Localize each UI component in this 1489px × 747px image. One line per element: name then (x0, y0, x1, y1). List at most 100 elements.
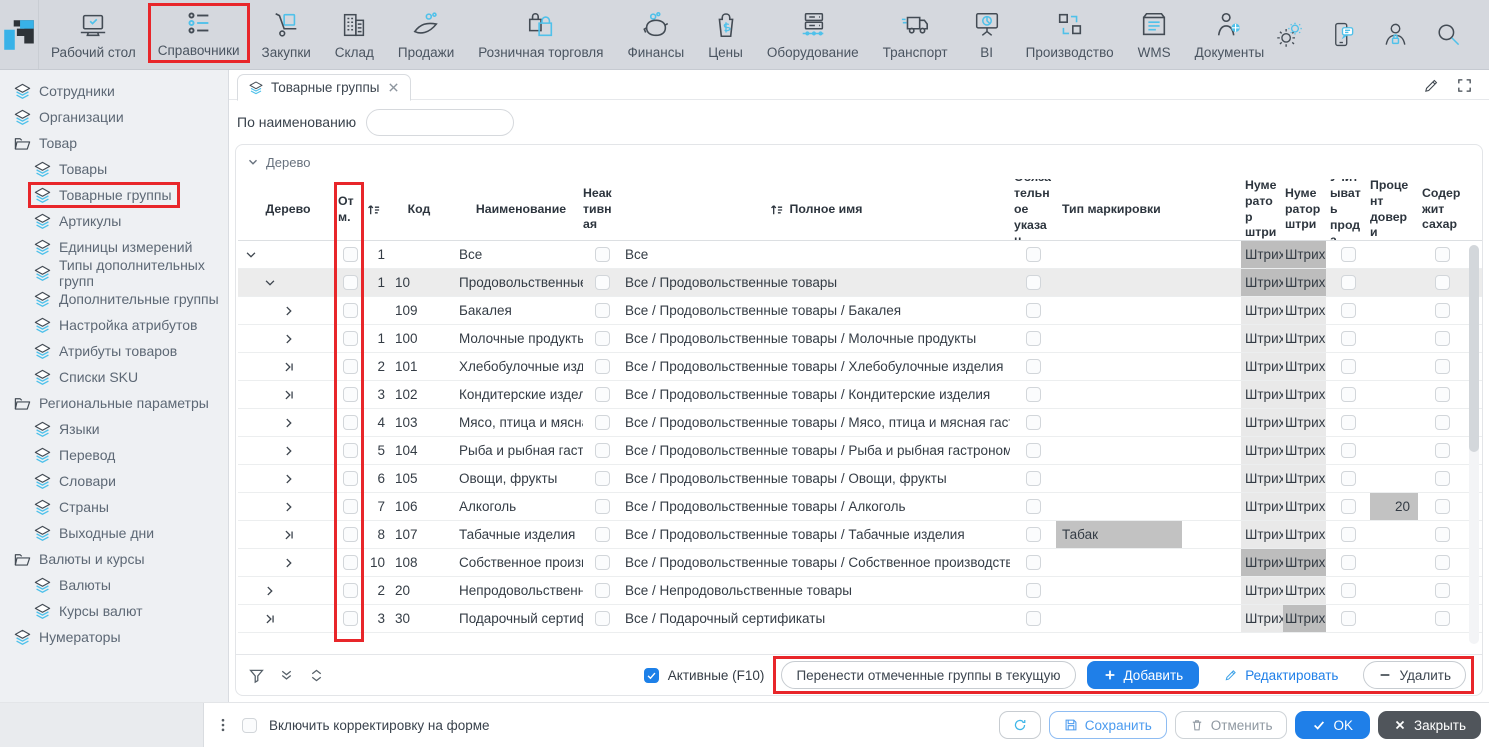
row-sugar-checkbox[interactable] (1435, 387, 1450, 402)
table-row[interactable]: 7 106 Алкоголь Все / Продовольственные т… (238, 493, 1482, 521)
row-mark-checkbox[interactable] (343, 471, 358, 486)
topbar-item[interactable]: Производство (1014, 0, 1126, 69)
sidebar-item[interactable]: Региональные параметры (0, 390, 228, 416)
correction-label[interactable]: Включить корректировку на форме (269, 718, 490, 733)
correction-checkbox[interactable] (242, 718, 257, 733)
sidebar-item[interactable]: Организации (0, 104, 228, 130)
tree-expand-icon[interactable] (282, 472, 296, 486)
sidebar-item[interactable]: Списки SKU (0, 364, 228, 390)
tree-collapse-icon[interactable] (244, 248, 258, 262)
row-required-checkbox[interactable] (1026, 303, 1041, 318)
row-required-checkbox[interactable] (1026, 415, 1041, 430)
row-sugar-checkbox[interactable] (1435, 499, 1450, 514)
row-required-checkbox[interactable] (1026, 247, 1041, 262)
search-icon[interactable] (1435, 21, 1462, 48)
column-header-fullname[interactable]: Полное имя (621, 179, 1010, 240)
column-header-order[interactable] (362, 179, 385, 240)
topbar-item[interactable]: Транспорт (871, 0, 960, 69)
tree-expand-icon[interactable] (282, 444, 296, 458)
sidebar-item[interactable]: Товарные группы (0, 182, 228, 208)
topbar-item[interactable]: Закупки (250, 0, 323, 69)
sidebar-item[interactable]: Типы дополнительных групп (0, 260, 228, 286)
tree-expand-icon[interactable] (282, 388, 296, 402)
row-required-checkbox[interactable] (1026, 443, 1041, 458)
row-required-checkbox[interactable] (1026, 499, 1041, 514)
table-row[interactable]: 5 104 Рыба и рыбная гастрономия Все / Пр… (238, 437, 1482, 465)
row-account-checkbox[interactable] (1341, 275, 1356, 290)
row-inactive-checkbox[interactable] (595, 527, 610, 542)
tree-expand-icon[interactable] (263, 612, 277, 626)
sidebar-item[interactable]: Курсы валют (0, 598, 228, 624)
sidebar-item[interactable]: Языки (0, 416, 228, 442)
sidebar-item[interactable]: Дополнительные группы (0, 286, 228, 312)
row-sugar-checkbox[interactable] (1435, 471, 1450, 486)
column-header-sugar[interactable]: Содержит сахар (1418, 179, 1466, 240)
table-row[interactable]: 10 108 Собственное производство Все / Пр… (238, 549, 1482, 577)
column-header-name[interactable]: Наименование (443, 179, 583, 240)
tree-collapse-icon[interactable] (263, 276, 277, 290)
delete-button[interactable]: Удалить (1363, 661, 1466, 689)
row-account-checkbox[interactable] (1341, 499, 1356, 514)
table-row[interactable]: 6 105 Овощи, фрукты Все / Продовольствен… (238, 465, 1482, 493)
row-sugar-checkbox[interactable] (1435, 611, 1450, 626)
column-header-code[interactable]: Код (385, 179, 443, 240)
row-inactive-checkbox[interactable] (595, 303, 610, 318)
row-mark-checkbox[interactable] (343, 275, 358, 290)
row-account-checkbox[interactable] (1341, 331, 1356, 346)
topbar-item[interactable]: BI (960, 0, 1014, 69)
row-sugar-checkbox[interactable] (1435, 555, 1450, 570)
settings-gears-icon[interactable] (1276, 21, 1303, 48)
tab-tovarnye-gruppy[interactable]: Товарные группы (237, 74, 411, 101)
table-row[interactable]: 109 Бакалея Все / Продовольственные това… (238, 297, 1482, 325)
row-inactive-checkbox[interactable] (595, 247, 610, 262)
row-account-checkbox[interactable] (1341, 387, 1356, 402)
transfer-groups-button[interactable]: Перенести отмеченные группы в текущую (781, 661, 1075, 689)
row-inactive-checkbox[interactable] (595, 275, 610, 290)
row-sugar-checkbox[interactable] (1435, 247, 1450, 262)
row-account-checkbox[interactable] (1341, 583, 1356, 598)
tab-close-icon[interactable] (387, 81, 400, 94)
row-inactive-checkbox[interactable] (595, 555, 610, 570)
mobile-feedback-icon[interactable] (1329, 21, 1356, 48)
row-inactive-checkbox[interactable] (595, 471, 610, 486)
column-header-numerator2[interactable]: Нумератор штри (1283, 179, 1326, 240)
sidebar-item[interactable]: Товары (0, 156, 228, 182)
row-inactive-checkbox[interactable] (595, 331, 610, 346)
sidebar-item[interactable]: Выходные дни (0, 520, 228, 546)
row-sugar-checkbox[interactable] (1435, 303, 1450, 318)
add-button[interactable]: Добавить (1087, 661, 1200, 689)
sidebar-item[interactable]: Нумераторы (0, 624, 228, 650)
table-row[interactable]: 3 102 Кондитерские изделия Все / Продово… (238, 381, 1482, 409)
table-row[interactable]: 4 103 Мясо, птица и мясная гастрономия В… (238, 409, 1482, 437)
app-logo-icon[interactable] (0, 0, 39, 69)
row-inactive-checkbox[interactable] (595, 583, 610, 598)
column-header-account[interactable]: Учитывать прода (1326, 179, 1370, 240)
row-sugar-checkbox[interactable] (1435, 331, 1450, 346)
row-inactive-checkbox[interactable] (595, 499, 610, 514)
panel-header[interactable]: Дерево (236, 145, 1482, 179)
topbar-item[interactable]: Продажи (386, 0, 466, 69)
row-inactive-checkbox[interactable] (595, 359, 610, 374)
kebab-menu-icon[interactable] (216, 717, 230, 733)
edit-button[interactable]: Редактировать (1210, 661, 1352, 689)
row-sugar-checkbox[interactable] (1435, 275, 1450, 290)
row-required-checkbox[interactable] (1026, 471, 1041, 486)
tree-expand-icon[interactable] (282, 332, 296, 346)
tree-expand-icon[interactable] (282, 556, 296, 570)
cancel-button[interactable]: Отменить (1175, 711, 1288, 739)
chevron-down-icon[interactable] (246, 155, 260, 169)
table-row[interactable]: 2 101 Хлебобулочные изделия Все / Продов… (238, 353, 1482, 381)
row-mark-checkbox[interactable] (343, 387, 358, 402)
fullscreen-icon[interactable] (1456, 77, 1473, 94)
topbar-item[interactable]: Склад (323, 0, 386, 69)
row-sugar-checkbox[interactable] (1435, 359, 1450, 374)
row-required-checkbox[interactable] (1026, 331, 1041, 346)
tree-expand-icon[interactable] (282, 304, 296, 318)
row-account-checkbox[interactable] (1341, 443, 1356, 458)
column-header-mark[interactable]: Отм. (338, 179, 362, 240)
tree-expand-icon[interactable] (282, 528, 296, 542)
topbar-item[interactable]: Оборудование (755, 0, 871, 69)
row-sugar-checkbox[interactable] (1435, 583, 1450, 598)
tree-expand-icon[interactable] (263, 584, 277, 598)
row-mark-checkbox[interactable] (343, 331, 358, 346)
